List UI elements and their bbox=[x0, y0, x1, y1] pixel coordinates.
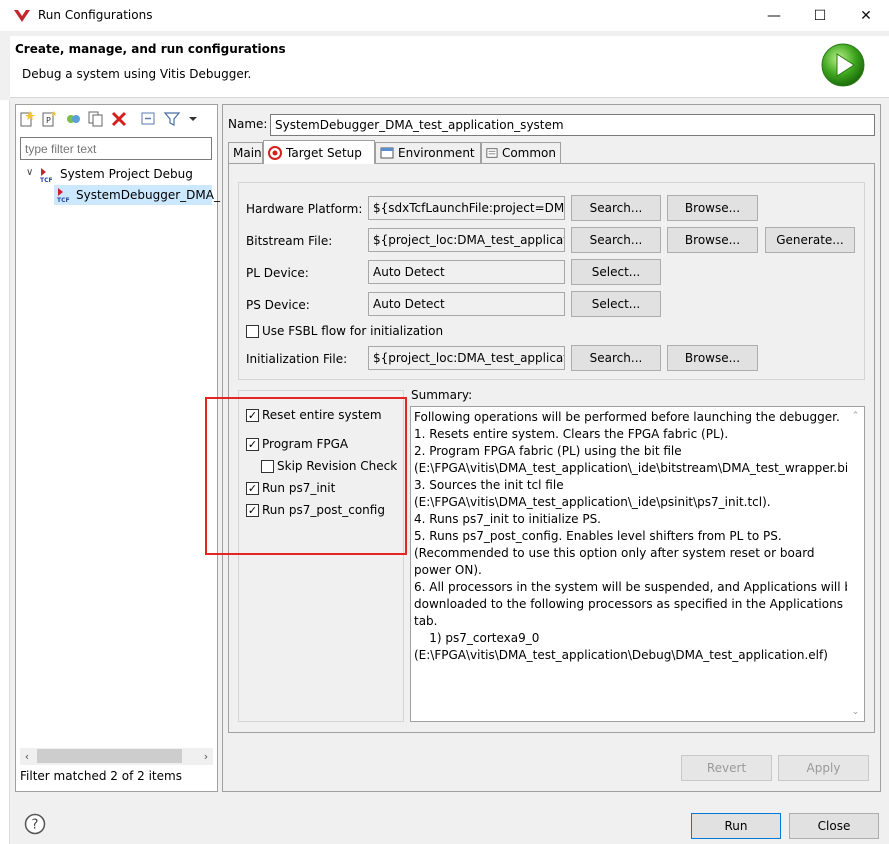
tab-label: Main bbox=[233, 146, 262, 160]
background-window-edge bbox=[0, 100, 10, 844]
hardware-platform-field[interactable]: ${sdxTcfLaunchFile:project=DMA bbox=[368, 196, 565, 220]
vertical-scrollbar[interactable]: ⌃ ⌄ bbox=[847, 407, 864, 721]
configuration-list-panel bbox=[15, 104, 218, 792]
summary-line: 3. Sources the init tcl file bbox=[414, 478, 564, 492]
scrollbar-thumb[interactable] bbox=[37, 749, 182, 763]
svg-text:TCF: TCF bbox=[40, 177, 53, 183]
summary-line: (E:\FPGA\vitis\DMA_test_application\_ide… bbox=[414, 495, 771, 509]
tab-target-setup[interactable]: Target Setup bbox=[263, 140, 375, 164]
scroll-left-icon[interactable]: ‹ bbox=[20, 748, 34, 765]
apply-button[interactable]: Apply bbox=[778, 755, 869, 781]
use-fsbl-label: Use FSBL flow for initialization bbox=[262, 324, 444, 338]
summary-text-area[interactable]: Following operations will be performed b… bbox=[410, 406, 865, 722]
svg-text:P: P bbox=[46, 116, 51, 125]
hardware-search-button[interactable]: Search... bbox=[571, 195, 661, 221]
initialization-file-label: Initialization File: bbox=[246, 352, 348, 366]
tree-item-label: System Project Debug bbox=[60, 167, 193, 181]
chevron-expanded-icon[interactable]: ∨ bbox=[26, 167, 33, 178]
chevron-down-icon[interactable] bbox=[184, 110, 202, 128]
tcf-icon: TCF bbox=[40, 168, 53, 183]
hardware-platform-label: Hardware Platform: bbox=[246, 202, 363, 216]
summary-line: power ON). bbox=[414, 563, 482, 577]
horizontal-scrollbar[interactable]: ‹ › bbox=[20, 748, 213, 765]
help-glyph: ? bbox=[32, 818, 39, 833]
filter-icon[interactable] bbox=[163, 110, 181, 128]
bitstream-label: Bitstream File: bbox=[246, 234, 333, 248]
summary-line: downloaded to the following processors a… bbox=[414, 597, 843, 611]
import-icon[interactable] bbox=[64, 110, 82, 128]
revert-button[interactable]: Revert bbox=[681, 755, 772, 781]
ps-device-select-button[interactable]: Select... bbox=[571, 291, 661, 317]
summary-line: 1) ps7_cortexa9_0 bbox=[414, 631, 540, 645]
summary-line: (E:\FPGA\vitis\DMA_test_application\_ide… bbox=[414, 461, 862, 475]
summary-line: (Recommended to use this option only aft… bbox=[414, 546, 815, 560]
summary-label: Summary: bbox=[411, 388, 473, 402]
tab-main[interactable]: Main bbox=[228, 142, 263, 163]
bitstream-generate-button[interactable]: Generate... bbox=[765, 227, 855, 253]
minimize-button[interactable]: — bbox=[751, 0, 797, 31]
summary-line: 6. All processors in the system will be … bbox=[414, 580, 860, 594]
tab-label: Environment bbox=[398, 146, 475, 160]
filter-input[interactable] bbox=[20, 137, 212, 160]
maximize-button[interactable]: ☐ bbox=[797, 0, 843, 31]
hardware-browse-button[interactable]: Browse... bbox=[667, 195, 758, 221]
new-configuration-icon[interactable] bbox=[18, 110, 36, 128]
use-fsbl-checkbox[interactable] bbox=[246, 325, 259, 338]
tree-item-systemdebugger[interactable]: TCF SystemDebugger_DMA_ bbox=[54, 185, 220, 205]
dialog-title: Create, manage, and run configurations bbox=[15, 42, 286, 56]
bitstream-browse-button[interactable]: Browse... bbox=[667, 227, 758, 253]
scroll-down-icon[interactable]: ⌄ bbox=[847, 705, 864, 719]
pl-device-field[interactable]: Auto Detect bbox=[368, 260, 565, 284]
init-browse-button[interactable]: Browse... bbox=[667, 345, 758, 371]
close-button[interactable]: Close bbox=[789, 813, 879, 839]
vitis-app-icon bbox=[14, 10, 30, 22]
pl-device-label: PL Device: bbox=[246, 266, 309, 280]
close-window-button[interactable]: ✕ bbox=[843, 0, 889, 31]
svg-text:TCF: TCF bbox=[57, 197, 70, 203]
ps-device-field[interactable]: Auto Detect bbox=[368, 292, 565, 316]
summary-line: 5. Runs ps7_post_config. Enables level s… bbox=[414, 529, 782, 543]
window-title: Run Configurations bbox=[38, 8, 153, 22]
scroll-up-icon[interactable]: ⌃ bbox=[847, 409, 864, 423]
summary-line: 1. Resets entire system. Clears the FPGA… bbox=[414, 427, 729, 441]
dialog-header: Create, manage, and run configurations D… bbox=[10, 36, 889, 98]
init-search-button[interactable]: Search... bbox=[571, 345, 661, 371]
duplicate-icon[interactable] bbox=[87, 110, 105, 128]
scroll-right-icon[interactable]: › bbox=[199, 748, 213, 765]
tab-label: Common bbox=[501, 146, 556, 160]
ps-device-label: PS Device: bbox=[246, 298, 310, 312]
dialog-subtitle: Debug a system using Vitis Debugger. bbox=[22, 67, 252, 81]
summary-line: Following operations will be performed b… bbox=[414, 410, 840, 424]
collapse-all-icon[interactable] bbox=[140, 110, 158, 128]
name-input[interactable]: SystemDebugger_DMA_test_application_syst… bbox=[270, 114, 875, 136]
name-label: Name: bbox=[228, 117, 268, 131]
summary-line: 4. Runs ps7_init to initialize PS. bbox=[414, 512, 601, 526]
bitstream-search-button[interactable]: Search... bbox=[571, 227, 661, 253]
tcf-icon: TCF bbox=[57, 188, 70, 203]
environment-icon bbox=[380, 147, 394, 159]
new-prototype-icon[interactable]: P bbox=[40, 110, 58, 128]
target-icon bbox=[268, 145, 282, 160]
tree-item-label: SystemDebugger_DMA_ bbox=[76, 188, 220, 202]
summary-line: tab. bbox=[414, 614, 438, 628]
common-icon bbox=[486, 148, 498, 158]
help-icon[interactable]: ? bbox=[24, 813, 46, 835]
run-button[interactable]: Run bbox=[691, 813, 781, 839]
summary-line: 2. Program FPGA fabric (PL) using the bi… bbox=[414, 444, 682, 458]
run-logo-icon bbox=[821, 43, 865, 87]
title-bar: Run Configurations — ☐ ✕ bbox=[0, 0, 889, 31]
tab-common[interactable]: Common bbox=[481, 142, 561, 163]
summary-line: (E:\FPGA\vitis\DMA_test_application\Debu… bbox=[414, 648, 828, 662]
tab-environment[interactable]: Environment bbox=[375, 142, 481, 163]
tab-label: Target Setup bbox=[286, 145, 362, 160]
delete-icon[interactable] bbox=[110, 110, 128, 128]
filter-status: Filter matched 2 of 2 items bbox=[20, 769, 182, 783]
pl-device-select-button[interactable]: Select... bbox=[571, 259, 661, 285]
highlight-annotation bbox=[205, 397, 407, 555]
initialization-file-field[interactable]: ${project_loc:DMA_test_applicatio bbox=[368, 346, 565, 370]
bitstream-field[interactable]: ${project_loc:DMA_test_applicatio bbox=[368, 228, 565, 252]
